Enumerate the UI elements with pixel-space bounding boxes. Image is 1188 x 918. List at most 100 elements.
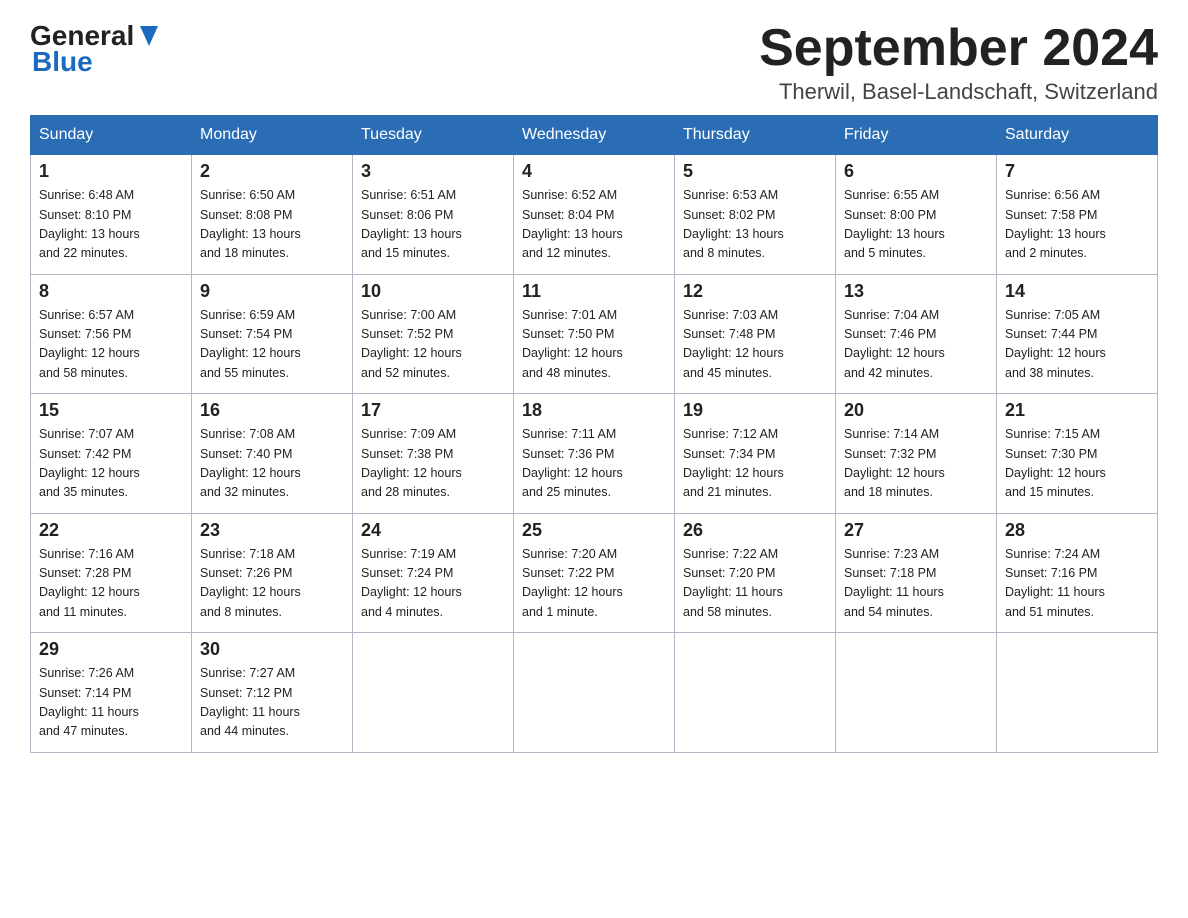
- table-row: 9 Sunrise: 6:59 AMSunset: 7:54 PMDaylight…: [192, 274, 353, 394]
- logo-blue-label: Blue: [32, 46, 93, 78]
- col-thursday: Thursday: [675, 116, 836, 155]
- logo-area: General Blue: [30, 20, 160, 78]
- table-row: 15 Sunrise: 7:07 AMSunset: 7:42 PMDayligh…: [31, 394, 192, 514]
- day-info: Sunrise: 6:59 AMSunset: 7:54 PMDaylight:…: [200, 306, 344, 384]
- day-info: Sunrise: 7:14 AMSunset: 7:32 PMDaylight:…: [844, 425, 988, 503]
- table-row: 27 Sunrise: 7:23 AMSunset: 7:18 PMDayligh…: [836, 513, 997, 633]
- day-number: 15: [39, 400, 183, 421]
- table-row: 5 Sunrise: 6:53 AMSunset: 8:02 PMDaylight…: [675, 155, 836, 275]
- day-number: 24: [361, 520, 505, 541]
- day-info: Sunrise: 7:15 AMSunset: 7:30 PMDaylight:…: [1005, 425, 1149, 503]
- day-number: 14: [1005, 281, 1149, 302]
- day-info: Sunrise: 7:01 AMSunset: 7:50 PMDaylight:…: [522, 306, 666, 384]
- logo-arrow-icon: [140, 26, 158, 46]
- day-info: Sunrise: 7:16 AMSunset: 7:28 PMDaylight:…: [39, 545, 183, 623]
- day-number: 20: [844, 400, 988, 421]
- day-number: 17: [361, 400, 505, 421]
- day-number: 10: [361, 281, 505, 302]
- table-row: [514, 633, 675, 753]
- calendar-header-row: Sunday Monday Tuesday Wednesday Thursday…: [31, 116, 1158, 155]
- day-info: Sunrise: 7:03 AMSunset: 7:48 PMDaylight:…: [683, 306, 827, 384]
- table-row: 14Sunrise: 7:05 AMSunset: 7:44 PMDayligh…: [997, 274, 1158, 394]
- table-row: 29 Sunrise: 7:26 AMSunset: 7:14 PMDayligh…: [31, 633, 192, 753]
- table-row: [353, 633, 514, 753]
- day-number: 19: [683, 400, 827, 421]
- col-tuesday: Tuesday: [353, 116, 514, 155]
- col-wednesday: Wednesday: [514, 116, 675, 155]
- day-number: 12: [683, 281, 827, 302]
- col-monday: Monday: [192, 116, 353, 155]
- table-row: 20 Sunrise: 7:14 AMSunset: 7:32 PMDayligh…: [836, 394, 997, 514]
- day-info: Sunrise: 7:07 AMSunset: 7:42 PMDaylight:…: [39, 425, 183, 503]
- table-row: 30Sunrise: 7:27 AMSunset: 7:12 PMDayligh…: [192, 633, 353, 753]
- table-row: 28Sunrise: 7:24 AMSunset: 7:16 PMDayligh…: [997, 513, 1158, 633]
- day-number: 9: [200, 281, 344, 302]
- table-row: 16 Sunrise: 7:08 AMSunset: 7:40 PMDayligh…: [192, 394, 353, 514]
- col-friday: Friday: [836, 116, 997, 155]
- calendar-week-row: 22 Sunrise: 7:16 AMSunset: 7:28 PMDayligh…: [31, 513, 1158, 633]
- table-row: 13 Sunrise: 7:04 AMSunset: 7:46 PMDayligh…: [836, 274, 997, 394]
- day-number: 27: [844, 520, 988, 541]
- day-info: Sunrise: 7:20 AMSunset: 7:22 PMDaylight:…: [522, 545, 666, 623]
- table-row: 23Sunrise: 7:18 AMSunset: 7:26 PMDayligh…: [192, 513, 353, 633]
- table-row: 22 Sunrise: 7:16 AMSunset: 7:28 PMDayligh…: [31, 513, 192, 633]
- table-row: 8 Sunrise: 6:57 AMSunset: 7:56 PMDaylight…: [31, 274, 192, 394]
- day-info: Sunrise: 6:56 AMSunset: 7:58 PMDaylight:…: [1005, 186, 1149, 264]
- day-info: Sunrise: 7:27 AMSunset: 7:12 PMDaylight:…: [200, 664, 344, 742]
- day-info: Sunrise: 6:52 AMSunset: 8:04 PMDaylight:…: [522, 186, 666, 264]
- location-title: Therwil, Basel-Landschaft, Switzerland: [759, 79, 1158, 105]
- day-number: 3: [361, 161, 505, 182]
- day-number: 18: [522, 400, 666, 421]
- day-info: Sunrise: 7:04 AMSunset: 7:46 PMDaylight:…: [844, 306, 988, 384]
- day-number: 6: [844, 161, 988, 182]
- title-area: September 2024 Therwil, Basel-Landschaft…: [759, 20, 1158, 105]
- calendar-week-row: 1 Sunrise: 6:48 AMSunset: 8:10 PMDaylight…: [31, 155, 1158, 275]
- table-row: 11Sunrise: 7:01 AMSunset: 7:50 PMDayligh…: [514, 274, 675, 394]
- day-number: 1: [39, 161, 183, 182]
- day-info: Sunrise: 6:51 AMSunset: 8:06 PMDaylight:…: [361, 186, 505, 264]
- table-row: 24 Sunrise: 7:19 AMSunset: 7:24 PMDayligh…: [353, 513, 514, 633]
- table-row: 4Sunrise: 6:52 AMSunset: 8:04 PMDaylight…: [514, 155, 675, 275]
- day-number: 28: [1005, 520, 1149, 541]
- day-number: 8: [39, 281, 183, 302]
- day-number: 22: [39, 520, 183, 541]
- table-row: 12 Sunrise: 7:03 AMSunset: 7:48 PMDayligh…: [675, 274, 836, 394]
- day-info: Sunrise: 7:08 AMSunset: 7:40 PMDaylight:…: [200, 425, 344, 503]
- day-number: 21: [1005, 400, 1149, 421]
- calendar-week-row: 15 Sunrise: 7:07 AMSunset: 7:42 PMDayligh…: [31, 394, 1158, 514]
- day-info: Sunrise: 6:53 AMSunset: 8:02 PMDaylight:…: [683, 186, 827, 264]
- day-number: 16: [200, 400, 344, 421]
- day-number: 2: [200, 161, 344, 182]
- table-row: 21 Sunrise: 7:15 AMSunset: 7:30 PMDayligh…: [997, 394, 1158, 514]
- table-row: 1 Sunrise: 6:48 AMSunset: 8:10 PMDaylight…: [31, 155, 192, 275]
- page-header: General Blue September 2024 Therwil, Bas…: [30, 20, 1158, 105]
- table-row: 17Sunrise: 7:09 AMSunset: 7:38 PMDayligh…: [353, 394, 514, 514]
- day-info: Sunrise: 7:26 AMSunset: 7:14 PMDaylight:…: [39, 664, 183, 742]
- day-number: 29: [39, 639, 183, 660]
- table-row: 25 Sunrise: 7:20 AMSunset: 7:22 PMDayligh…: [514, 513, 675, 633]
- day-info: Sunrise: 6:50 AMSunset: 8:08 PMDaylight:…: [200, 186, 344, 264]
- day-number: 7: [1005, 161, 1149, 182]
- table-row: 10Sunrise: 7:00 AMSunset: 7:52 PMDayligh…: [353, 274, 514, 394]
- table-row: [675, 633, 836, 753]
- day-info: Sunrise: 6:48 AMSunset: 8:10 PMDaylight:…: [39, 186, 183, 264]
- table-row: 18Sunrise: 7:11 AMSunset: 7:36 PMDayligh…: [514, 394, 675, 514]
- calendar-week-row: 8 Sunrise: 6:57 AMSunset: 7:56 PMDaylight…: [31, 274, 1158, 394]
- day-number: 25: [522, 520, 666, 541]
- day-info: Sunrise: 6:55 AMSunset: 8:00 PMDaylight:…: [844, 186, 988, 264]
- table-row: [836, 633, 997, 753]
- table-row: 2 Sunrise: 6:50 AMSunset: 8:08 PMDaylight…: [192, 155, 353, 275]
- day-info: Sunrise: 7:22 AMSunset: 7:20 PMDaylight:…: [683, 545, 827, 623]
- col-sunday: Sunday: [31, 116, 192, 155]
- table-row: 7 Sunrise: 6:56 AMSunset: 7:58 PMDaylight…: [997, 155, 1158, 275]
- day-info: Sunrise: 7:12 AMSunset: 7:34 PMDaylight:…: [683, 425, 827, 503]
- day-info: Sunrise: 6:57 AMSunset: 7:56 PMDaylight:…: [39, 306, 183, 384]
- day-info: Sunrise: 7:19 AMSunset: 7:24 PMDaylight:…: [361, 545, 505, 623]
- day-info: Sunrise: 7:23 AMSunset: 7:18 PMDaylight:…: [844, 545, 988, 623]
- month-title: September 2024: [759, 20, 1158, 77]
- col-saturday: Saturday: [997, 116, 1158, 155]
- table-row: 6 Sunrise: 6:55 AMSunset: 8:00 PMDaylight…: [836, 155, 997, 275]
- day-number: 5: [683, 161, 827, 182]
- table-row: 26Sunrise: 7:22 AMSunset: 7:20 PMDayligh…: [675, 513, 836, 633]
- day-number: 13: [844, 281, 988, 302]
